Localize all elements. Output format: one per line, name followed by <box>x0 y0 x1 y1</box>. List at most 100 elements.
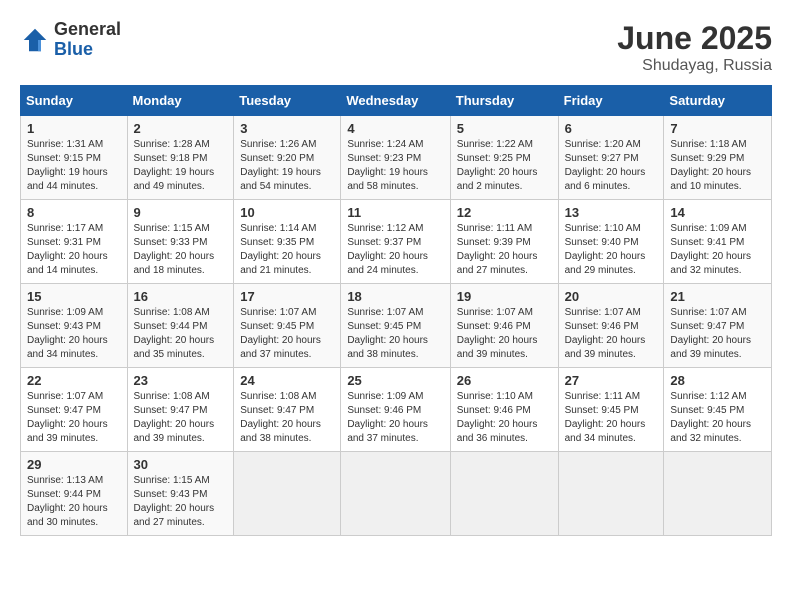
calendar-header-row: SundayMondayTuesdayWednesdayThursdayFrid… <box>21 86 772 116</box>
day-number: 8 <box>27 205 121 220</box>
calendar-week-row: 1 Sunrise: 1:31 AM Sunset: 9:15 PM Daylig… <box>21 116 772 200</box>
calendar-cell: 1 Sunrise: 1:31 AM Sunset: 9:15 PM Daylig… <box>21 116 128 200</box>
calendar-week-row: 29 Sunrise: 1:13 AM Sunset: 9:44 PM Dayli… <box>21 452 772 536</box>
day-info: Sunrise: 1:07 AM Sunset: 9:45 PM Dayligh… <box>347 306 443 362</box>
calendar-cell <box>558 452 664 536</box>
calendar-cell: 17 Sunrise: 1:07 AM Sunset: 9:45 PM Dayli… <box>234 284 341 368</box>
day-number: 2 <box>134 121 228 136</box>
day-info: Sunrise: 1:10 AM Sunset: 9:40 PM Dayligh… <box>565 222 658 278</box>
day-info: Sunrise: 1:13 AM Sunset: 9:44 PM Dayligh… <box>27 474 121 530</box>
day-number: 17 <box>240 289 334 304</box>
calendar-cell: 25Sunrise: 1:09 AM Sunset: 9:46 PM Dayli… <box>341 368 450 452</box>
calendar-cell: 20Sunrise: 1:07 AM Sunset: 9:46 PM Dayli… <box>558 284 664 368</box>
day-info: Sunrise: 1:11 AM Sunset: 9:45 PM Dayligh… <box>565 390 658 446</box>
calendar-header-friday: Friday <box>558 86 664 116</box>
calendar-cell: 7 Sunrise: 1:18 AM Sunset: 9:29 PM Daylig… <box>664 116 772 200</box>
day-info: Sunrise: 1:31 AM Sunset: 9:15 PM Dayligh… <box>27 138 121 194</box>
day-number: 24 <box>240 373 334 388</box>
calendar-table: SundayMondayTuesdayWednesdayThursdayFrid… <box>20 85 772 536</box>
day-info: Sunrise: 1:10 AM Sunset: 9:46 PM Dayligh… <box>457 390 552 446</box>
calendar-cell: 8 Sunrise: 1:17 AM Sunset: 9:31 PM Daylig… <box>21 200 128 284</box>
day-info: Sunrise: 1:08 AM Sunset: 9:44 PM Dayligh… <box>134 306 228 362</box>
day-info: Sunrise: 1:08 AM Sunset: 9:47 PM Dayligh… <box>134 390 228 446</box>
calendar-header-monday: Monday <box>127 86 234 116</box>
logo-text: General Blue <box>54 20 121 60</box>
calendar-cell: 15Sunrise: 1:09 AM Sunset: 9:43 PM Dayli… <box>21 284 128 368</box>
calendar-cell: 23 Sunrise: 1:08 AM Sunset: 9:47 PM Dayli… <box>127 368 234 452</box>
calendar-cell: 24 Sunrise: 1:08 AM Sunset: 9:47 PM Dayli… <box>234 368 341 452</box>
day-info: Sunrise: 1:07 AM Sunset: 9:47 PM Dayligh… <box>27 390 121 446</box>
day-info: Sunrise: 1:07 AM Sunset: 9:46 PM Dayligh… <box>565 306 658 362</box>
day-info: Sunrise: 1:15 AM Sunset: 9:43 PM Dayligh… <box>134 474 228 530</box>
calendar-cell: 9 Sunrise: 1:15 AM Sunset: 9:33 PM Daylig… <box>127 200 234 284</box>
calendar-cell: 12Sunrise: 1:11 AM Sunset: 9:39 PM Dayli… <box>450 200 558 284</box>
day-info: Sunrise: 1:24 AM Sunset: 9:23 PM Dayligh… <box>347 138 443 194</box>
day-info: Sunrise: 1:15 AM Sunset: 9:33 PM Dayligh… <box>134 222 228 278</box>
calendar-cell <box>450 452 558 536</box>
day-number: 15 <box>27 289 121 304</box>
day-number: 21 <box>670 289 765 304</box>
calendar-cell: 2 Sunrise: 1:28 AM Sunset: 9:18 PM Daylig… <box>127 116 234 200</box>
day-number: 28 <box>670 373 765 388</box>
calendar-cell: 10Sunrise: 1:14 AM Sunset: 9:35 PM Dayli… <box>234 200 341 284</box>
day-number: 25 <box>347 373 443 388</box>
calendar-cell: 29 Sunrise: 1:13 AM Sunset: 9:44 PM Dayli… <box>21 452 128 536</box>
logo-blue-text: Blue <box>54 40 121 60</box>
day-info: Sunrise: 1:12 AM Sunset: 9:45 PM Dayligh… <box>670 390 765 446</box>
day-info: Sunrise: 1:18 AM Sunset: 9:29 PM Dayligh… <box>670 138 765 194</box>
day-info: Sunrise: 1:07 AM Sunset: 9:45 PM Dayligh… <box>240 306 334 362</box>
day-info: Sunrise: 1:17 AM Sunset: 9:31 PM Dayligh… <box>27 222 121 278</box>
day-number: 1 <box>27 121 121 136</box>
day-number: 19 <box>457 289 552 304</box>
calendar-header-saturday: Saturday <box>664 86 772 116</box>
calendar-cell: 22 Sunrise: 1:07 AM Sunset: 9:47 PM Dayli… <box>21 368 128 452</box>
day-number: 13 <box>565 205 658 220</box>
day-info: Sunrise: 1:14 AM Sunset: 9:35 PM Dayligh… <box>240 222 334 278</box>
calendar-header-tuesday: Tuesday <box>234 86 341 116</box>
day-number: 22 <box>27 373 121 388</box>
calendar-header-thursday: Thursday <box>450 86 558 116</box>
calendar-week-row: 8 Sunrise: 1:17 AM Sunset: 9:31 PM Daylig… <box>21 200 772 284</box>
day-info: Sunrise: 1:26 AM Sunset: 9:20 PM Dayligh… <box>240 138 334 194</box>
calendar-cell: 18 Sunrise: 1:07 AM Sunset: 9:45 PM Dayli… <box>341 284 450 368</box>
day-number: 27 <box>565 373 658 388</box>
month-title: June 2025 <box>617 20 772 57</box>
page-header: General Blue June 2025 Shudayag, Russia <box>20 20 772 75</box>
day-info: Sunrise: 1:09 AM Sunset: 9:41 PM Dayligh… <box>670 222 765 278</box>
title-block: June 2025 Shudayag, Russia <box>617 20 772 75</box>
day-number: 7 <box>670 121 765 136</box>
calendar-week-row: 22 Sunrise: 1:07 AM Sunset: 9:47 PM Dayli… <box>21 368 772 452</box>
calendar-cell: 11Sunrise: 1:12 AM Sunset: 9:37 PM Dayli… <box>341 200 450 284</box>
logo: General Blue <box>20 20 121 60</box>
calendar-cell: 13 Sunrise: 1:10 AM Sunset: 9:40 PM Dayli… <box>558 200 664 284</box>
day-info: Sunrise: 1:08 AM Sunset: 9:47 PM Dayligh… <box>240 390 334 446</box>
calendar-cell: 27 Sunrise: 1:11 AM Sunset: 9:45 PM Dayli… <box>558 368 664 452</box>
calendar-cell: 4Sunrise: 1:24 AM Sunset: 9:23 PM Daylig… <box>341 116 450 200</box>
day-number: 29 <box>27 457 121 472</box>
calendar-cell: 19 Sunrise: 1:07 AM Sunset: 9:46 PM Dayli… <box>450 284 558 368</box>
day-info: Sunrise: 1:07 AM Sunset: 9:46 PM Dayligh… <box>457 306 552 362</box>
day-number: 3 <box>240 121 334 136</box>
day-number: 30 <box>134 457 228 472</box>
day-info: Sunrise: 1:07 AM Sunset: 9:47 PM Dayligh… <box>670 306 765 362</box>
calendar-cell: 6Sunrise: 1:20 AM Sunset: 9:27 PM Daylig… <box>558 116 664 200</box>
day-number: 9 <box>134 205 228 220</box>
calendar-header-wednesday: Wednesday <box>341 86 450 116</box>
calendar-cell: 14Sunrise: 1:09 AM Sunset: 9:41 PM Dayli… <box>664 200 772 284</box>
location-title: Shudayag, Russia <box>617 57 772 75</box>
day-number: 16 <box>134 289 228 304</box>
calendar-cell: 21 Sunrise: 1:07 AM Sunset: 9:47 PM Dayli… <box>664 284 772 368</box>
logo-general: General <box>54 20 121 40</box>
calendar-cell: 16 Sunrise: 1:08 AM Sunset: 9:44 PM Dayli… <box>127 284 234 368</box>
calendar-cell: 3 Sunrise: 1:26 AM Sunset: 9:20 PM Daylig… <box>234 116 341 200</box>
calendar-cell <box>341 452 450 536</box>
calendar-cell: 28 Sunrise: 1:12 AM Sunset: 9:45 PM Dayli… <box>664 368 772 452</box>
day-number: 6 <box>565 121 658 136</box>
day-number: 23 <box>134 373 228 388</box>
day-info: Sunrise: 1:28 AM Sunset: 9:18 PM Dayligh… <box>134 138 228 194</box>
day-number: 18 <box>347 289 443 304</box>
day-number: 12 <box>457 205 552 220</box>
calendar-cell <box>664 452 772 536</box>
calendar-cell: 26Sunrise: 1:10 AM Sunset: 9:46 PM Dayli… <box>450 368 558 452</box>
calendar-header-sunday: Sunday <box>21 86 128 116</box>
